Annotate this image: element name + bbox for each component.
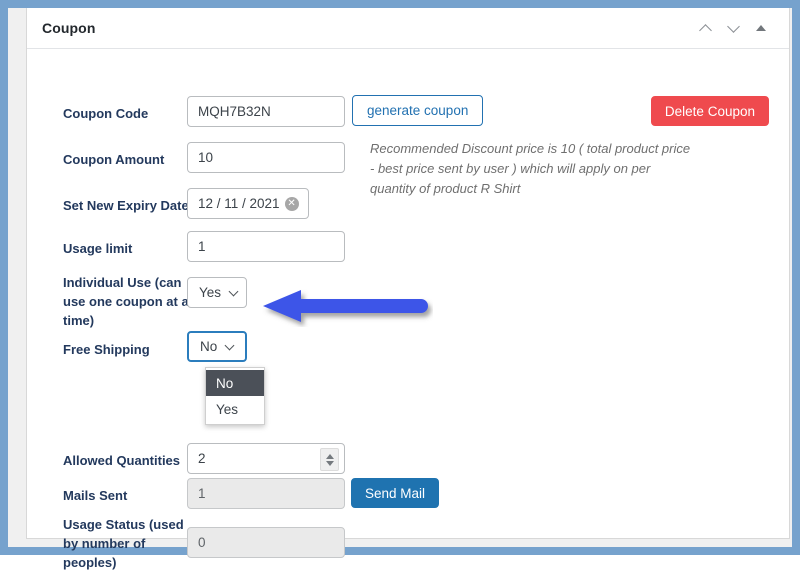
mails-sent-label: Mails Sent [63, 488, 128, 503]
coupon-code-input[interactable] [187, 96, 345, 127]
free-shipping-options-list[interactable]: No Yes [205, 367, 265, 425]
chevron-down-icon [728, 23, 739, 34]
individual-use-label: Individual Use (can use one coupon at a … [63, 275, 189, 328]
move-up-button[interactable] [693, 16, 717, 40]
quantity-stepper[interactable] [320, 448, 339, 471]
coupon-code-label: Coupon Code [63, 106, 149, 121]
stepper-down-icon[interactable] [325, 460, 334, 466]
free-shipping-select[interactable]: No [187, 331, 247, 362]
allowed-quantities-label: Allowed Quantities [63, 453, 181, 468]
free-shipping-label: Free Shipping [63, 342, 150, 357]
mails-sent-input [187, 478, 345, 509]
coupon-amount-label: Coupon Amount [63, 152, 165, 167]
free-shipping-option-no[interactable]: No [206, 370, 264, 396]
triangle-up-icon [756, 25, 766, 31]
recommended-discount-hint: Recommended Discount price is 10 ( total… [370, 141, 691, 196]
usage-limit-input[interactable] [187, 231, 345, 262]
coupon-metabox: Coupon Coupon Code generate coupon [26, 8, 790, 570]
usage-status-label: Usage Status (used by number of peoples) [63, 517, 184, 570]
usage-status-input [187, 527, 345, 558]
coupon-metabox-header: Coupon [27, 8, 789, 49]
page-title: Coupon [42, 20, 96, 36]
delete-coupon-button[interactable]: Delete Coupon [650, 96, 769, 126]
collapse-toggle-button[interactable] [749, 16, 773, 40]
clear-circle-icon[interactable]: ✕ [284, 196, 299, 211]
chevron-down-icon [226, 342, 235, 351]
individual-use-value: Yes [199, 285, 222, 300]
chevron-up-icon [700, 23, 711, 34]
chevron-down-icon [230, 288, 239, 297]
expiry-date-value: 12 / 11 / 2021 [198, 196, 280, 211]
move-down-button[interactable] [721, 16, 745, 40]
free-shipping-value: No [200, 339, 218, 354]
usage-limit-label: Usage limit [63, 241, 133, 256]
coupon-form: Coupon Code generate coupon Delete Coupo… [27, 49, 789, 570]
send-mail-button[interactable]: Send Mail [351, 478, 440, 508]
individual-use-select[interactable]: Yes [187, 277, 247, 308]
expiry-date-input[interactable]: 12 / 11 / 2021 ✕ [187, 188, 309, 219]
generate-coupon-button[interactable]: generate coupon [352, 95, 484, 126]
stepper-up-icon[interactable] [325, 453, 334, 459]
free-shipping-option-yes[interactable]: Yes [206, 396, 264, 422]
page-viewport: Coupon Coupon Code generate coupon [0, 0, 800, 570]
expiry-date-label: Set New Expiry Date [63, 198, 189, 213]
coupon-amount-input[interactable] [187, 142, 345, 173]
